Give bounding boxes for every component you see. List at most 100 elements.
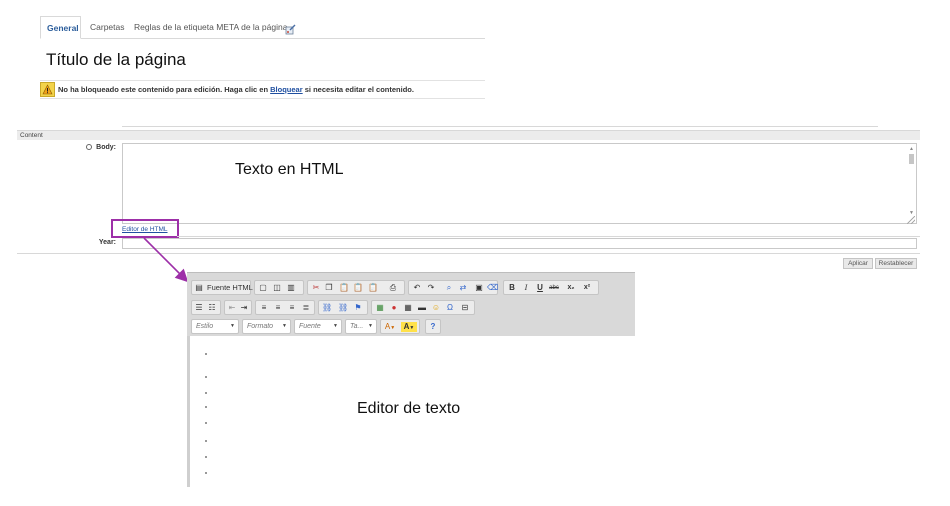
paste-text-icon[interactable]: 📋 <box>353 283 363 293</box>
justify-icon[interactable]: ≣ <box>301 303 311 313</box>
templates-icon[interactable]: ▥ <box>286 283 296 293</box>
anchor-icon[interactable]: ⚑ <box>353 303 363 313</box>
divider <box>17 253 920 254</box>
body-field-label: Body: <box>60 144 116 151</box>
apply-button[interactable]: Aplicar <box>843 258 873 269</box>
select-all-icon[interactable]: ▣ <box>474 283 484 293</box>
numbered-list-icon[interactable]: ☰ <box>194 303 204 313</box>
editor-left-border <box>187 336 190 487</box>
body-annotation: Texto en HTML <box>235 161 344 178</box>
special-char-icon[interactable]: Ω <box>445 303 455 313</box>
cut-icon[interactable]: ✂ <box>311 283 321 293</box>
smiley-icon[interactable]: ☺ <box>431 303 441 313</box>
outdent-icon[interactable]: ⇤ <box>227 303 237 313</box>
indent-group: ⇤ ⇥ <box>224 300 252 315</box>
year-field-label: Year: <box>98 239 116 246</box>
size-combo[interactable]: Ta... ▼ <box>345 319 377 334</box>
help-icon[interactable]: ? <box>428 322 438 332</box>
align-right-icon[interactable]: ≡ <box>287 303 297 313</box>
list-group: ☰ ☷ <box>191 300 221 315</box>
find-icon[interactable]: ⌕ <box>444 283 454 293</box>
tab-meta-rules[interactable]: Reglas de la etiqueta META de la página <box>128 16 293 39</box>
undo-icon[interactable]: ↶ <box>412 283 422 293</box>
remove-format-icon[interactable]: ⌫ <box>487 283 498 293</box>
warning-text-before: No ha bloqueado este contenido para edic… <box>58 85 269 94</box>
color-group: A▼ A▼ <box>380 319 420 334</box>
scroll-up-icon[interactable]: ▲ <box>908 146 915 152</box>
divider <box>177 236 920 237</box>
new-page-icon[interactable]: ▢ <box>258 283 268 293</box>
format-combo[interactable]: Formato ▼ <box>242 319 291 334</box>
warning-icon <box>40 82 55 97</box>
editor-annotation: Editor de texto <box>357 400 461 417</box>
html-editor-link[interactable]: Editor de HTML <box>122 226 168 233</box>
unlink-icon[interactable]: ⛓ <box>338 303 348 313</box>
lock-link[interactable]: Bloquear <box>270 85 303 94</box>
page-title: Título de la página <box>46 50 186 69</box>
rich-text-editor: ▤ Fuente HTML ▢ ◫ ▥ ✂ ❐ 📋 📋 📋 ⎙ ↶ ↷ ⌕ ⇄ <box>187 272 635 487</box>
line-marker <box>205 353 207 355</box>
superscript-icon[interactable]: x² <box>582 283 592 293</box>
resize-grip-icon[interactable] <box>907 216 915 224</box>
subscript-icon[interactable]: x₂ <box>566 283 576 293</box>
line-marker <box>205 422 207 424</box>
font-combo[interactable]: Fuente ▼ <box>294 319 342 334</box>
bulleted-list-icon[interactable]: ☷ <box>207 303 217 313</box>
clipboard-group: ✂ ❐ 📋 📋 📋 ⎙ <box>307 280 405 295</box>
italic-icon[interactable]: I <box>521 283 531 293</box>
tab-carpetas[interactable]: Carpetas <box>84 16 131 39</box>
preview-icon[interactable]: ◫ <box>272 283 282 293</box>
page-break-icon[interactable]: ⊟ <box>460 303 470 313</box>
background-color-icon[interactable]: A▼ <box>401 322 417 332</box>
bold-icon[interactable]: B <box>507 283 517 293</box>
line-marker <box>205 472 207 474</box>
body-textarea[interactable]: ▲ ▼ <box>122 143 917 224</box>
line-marker <box>205 456 207 458</box>
link-group: ⛓ ⛓ ⚑ <box>318 300 368 315</box>
year-input[interactable] <box>122 238 917 249</box>
source-button[interactable]: ▤ Fuente HTML <box>191 280 253 295</box>
content-section-header: Content <box>17 130 920 140</box>
print-icon[interactable]: ⎙ <box>388 283 398 293</box>
text-color-icon[interactable]: A▼ <box>383 322 397 332</box>
edit-group: ↶ ↷ ⌕ ⇄ ▣ ⌫ <box>408 280 498 295</box>
style-combo[interactable]: Estilo ▼ <box>191 319 239 334</box>
align-center-icon[interactable]: ≡ <box>273 303 283 313</box>
scroll-thumb[interactable] <box>909 154 914 164</box>
line-marker <box>205 440 207 442</box>
warning-text-after: si necesita editar el contenido. <box>304 85 414 94</box>
edit-properties-icon[interactable] <box>285 22 296 35</box>
horizontal-rule-icon[interactable]: ▬ <box>417 303 427 313</box>
chevron-down-icon: ▼ <box>230 323 235 329</box>
divider <box>122 126 878 127</box>
line-marker <box>205 406 207 408</box>
insert-group: ▦ ● ▦ ▬ ☺ Ω ⊟ <box>371 300 475 315</box>
lock-warning: No ha bloqueado este contenido para edic… <box>40 82 485 99</box>
editor-toolbar: ▤ Fuente HTML ▢ ◫ ▥ ✂ ❐ 📋 📋 📋 ⎙ ↶ ↷ ⌕ ⇄ <box>187 272 635 336</box>
redo-icon[interactable]: ↷ <box>426 283 436 293</box>
paste-word-icon[interactable]: 📋 <box>368 283 378 293</box>
indent-icon[interactable]: ⇥ <box>239 303 249 313</box>
line-marker <box>205 376 207 378</box>
image-icon[interactable]: ▦ <box>375 303 385 313</box>
paste-icon[interactable]: 📋 <box>339 283 349 293</box>
link-icon[interactable]: ⛓ <box>322 303 332 313</box>
source-icon: ▤ <box>195 283 203 292</box>
tab-bar: General Carpetas Reglas de la etiqueta M… <box>40 16 485 39</box>
underline-icon[interactable]: U <box>535 283 545 293</box>
replace-icon[interactable]: ⇄ <box>458 283 468 293</box>
chevron-down-icon: ▼ <box>368 323 373 329</box>
chevron-down-icon: ▼ <box>282 323 287 329</box>
copy-icon[interactable]: ❐ <box>324 283 334 293</box>
reset-button[interactable]: Restablecer <box>875 258 917 269</box>
table-icon[interactable]: ▦ <box>403 303 413 313</box>
document-group: ▢ ◫ ▥ <box>254 280 304 295</box>
radio-icon[interactable] <box>86 144 93 150</box>
chevron-down-icon: ▼ <box>333 323 338 329</box>
divider <box>40 80 485 81</box>
scrollbar[interactable]: ▲ ▼ <box>907 146 915 224</box>
tab-general[interactable]: General <box>40 16 81 39</box>
align-left-icon[interactable]: ≡ <box>259 303 269 313</box>
flash-icon[interactable]: ● <box>389 303 399 313</box>
strikethrough-icon[interactable]: abc <box>549 283 559 293</box>
